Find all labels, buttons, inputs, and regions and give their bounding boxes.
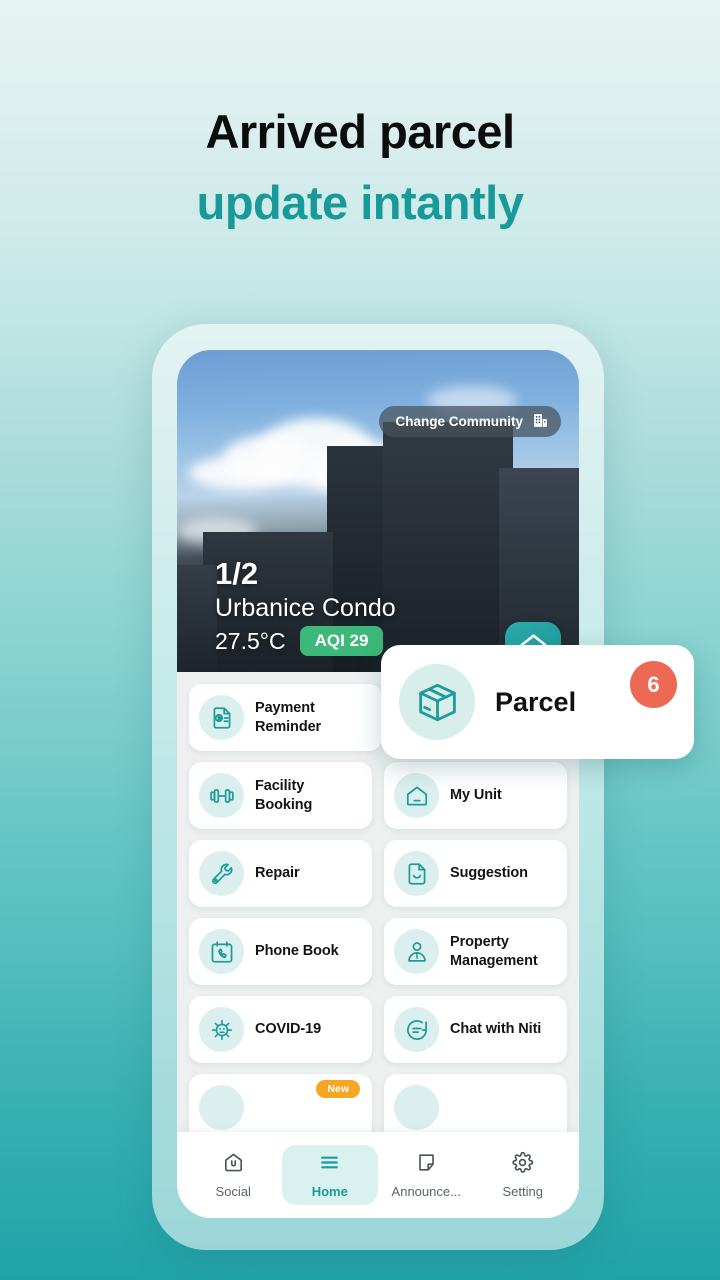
menu-card-facility-booking[interactable]: Facility Booking [189,762,372,829]
menu-card-label: My Unit [450,787,502,804]
announcement-note-icon [415,1151,438,1179]
menu-card-new-feature[interactable]: New [189,1074,372,1141]
menu-lines-icon [318,1151,341,1179]
community-name: Urbanice Condo [215,594,396,622]
slide-counter: 1/2 [215,556,259,591]
menu-card-label: COVID-19 [255,1021,322,1038]
nav-item-label: Setting [502,1184,543,1199]
menu-card-label: Property Management [450,933,538,969]
menu-card-label: Phone Book [255,943,339,960]
menu-row: Phone Book Property Management [189,918,567,985]
menu-row-partial: New [189,1074,567,1141]
new-feature-icon [199,1085,244,1130]
headline-line-1: Arrived parcel [205,105,515,158]
menu-card-repair[interactable]: Repair [189,840,372,907]
wrench-icon [199,851,244,896]
dumbbell-icon [199,773,244,818]
parcel-card[interactable]: Parcel 6 [381,645,694,759]
chat-bubble-icon [394,1007,439,1052]
nav-item-label: Announce... [391,1184,461,1199]
menu-row: COVID-19 Chat with Niti [189,996,567,1063]
building-silhouette [383,422,513,672]
new-feature-icon-secondary [394,1085,439,1130]
parcel-badge-count: 6 [630,661,677,708]
nav-item-label: Home [311,1184,348,1199]
new-badge: New [316,1080,360,1098]
menu-card-label: Payment Reminder [255,699,322,735]
menu-card-property-management[interactable]: Property Management [384,918,567,985]
aqi-badge: AQI 29 [299,626,384,656]
person-manager-icon [394,929,439,974]
building-icon [532,412,549,432]
menu-row: Repair Suggestion [189,840,567,907]
virus-icon [199,1007,244,1052]
parcel-label: Parcel [495,686,577,717]
menu-card-label: Facility Booking [255,777,313,813]
hero-banner: Change Community 1/2 Urbanice Condo 27.5… [177,350,579,678]
gear-icon [511,1151,534,1179]
menu-card-label: Repair [255,865,300,882]
invoice-baht-icon [199,695,244,740]
headline-line-2: update intantly [196,176,524,230]
menu-card-phone-book[interactable]: Phone Book [189,918,372,985]
change-community-label: Change Community [395,414,523,429]
phone-screen: Change Community 1/2 Urbanice Condo 27.5… [177,350,579,1218]
menu-card-label: Chat with Niti [450,1021,542,1038]
house-icon [394,773,439,818]
nav-item-announce[interactable]: Announce... [378,1145,475,1205]
nav-item-home[interactable]: Home [281,1145,378,1205]
menu-card-new-feature-secondary[interactable] [384,1074,567,1141]
menu-card-covid-19[interactable]: COVID-19 [189,996,372,1063]
bottom-navigation: Social Home Announce... Setting [177,1132,579,1218]
nav-item-social[interactable]: Social [185,1145,282,1205]
menu-card-my-unit[interactable]: My Unit [384,762,567,829]
parcel-box-icon [399,664,475,740]
nav-item-label: Social [215,1184,251,1199]
menu-card-label: Suggestion [450,865,528,882]
hero-info: 1/2 Urbanice Condo 27.5°C AQI 29 [215,558,396,656]
social-home-icon [222,1151,245,1179]
menu-card-chat-with-niti[interactable]: Chat with Niti [384,996,567,1063]
weather-row: 27.5°C AQI 29 [215,626,396,656]
change-community-button[interactable]: Change Community [379,406,561,437]
page-headline: Arrived parcel update intantly [0,104,720,231]
temperature-value: 27.5°C [215,627,286,654]
phone-calendar-icon [199,929,244,974]
menu-card-suggestion[interactable]: Suggestion [384,840,567,907]
menu-row: Facility Booking My Unit [189,762,567,829]
document-smile-icon [394,851,439,896]
nav-item-setting[interactable]: Setting [475,1145,572,1205]
menu-card-payment-reminder[interactable]: Payment Reminder [189,684,382,751]
building-silhouette [177,565,217,672]
